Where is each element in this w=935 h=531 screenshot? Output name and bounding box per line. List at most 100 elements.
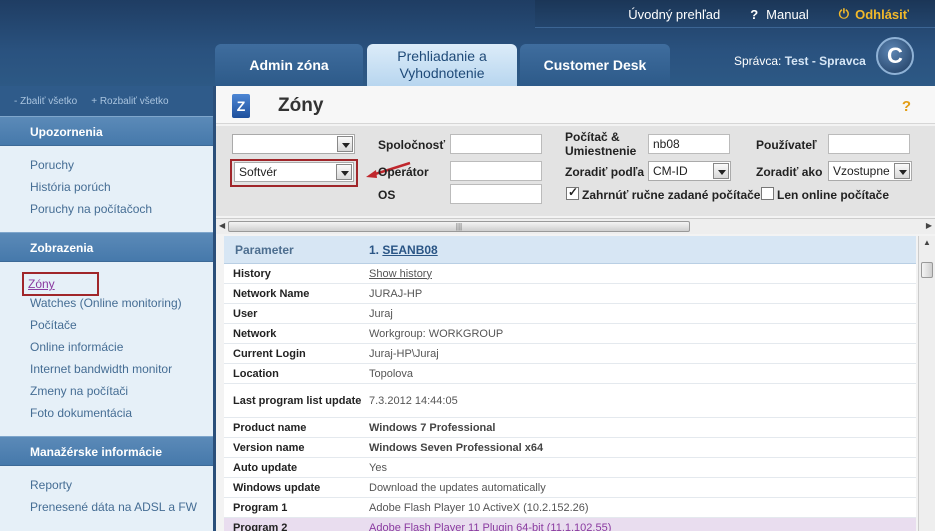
sidebar-item-adsl-data[interactable]: Prenesené dáta na ADSL a FW	[30, 498, 213, 520]
vertical-scrollbar[interactable]: ▲	[918, 236, 935, 531]
row-key: Network	[233, 327, 277, 340]
category-select[interactable]	[232, 134, 355, 154]
admin-name: Test - Spravca	[784, 54, 866, 68]
row-value: Adobe Flash Player 10 ActiveX (10.2.152.…	[369, 501, 589, 514]
row-key: Auto update	[233, 461, 298, 474]
logout-label: Odhlásiť	[855, 6, 909, 22]
detail-table: Parameter 1. SEANB08 History Show history…	[224, 236, 916, 531]
row-key: User	[233, 307, 258, 320]
table-row: Last program list update 7.3.2012 14:44:0…	[224, 384, 916, 418]
row-value: Juraj-HP\Juraj	[369, 347, 439, 360]
table-row: Location Topolova	[224, 364, 916, 384]
table-row: History Show history	[224, 264, 916, 284]
expand-bar: - Zbaliť všetko + Rozbaliť všetko	[0, 86, 213, 116]
top-links: Úvodný prehľad ? Manual ⏻ Odhlásiť	[628, 6, 909, 22]
row-value: Windows Seven Professional x64	[369, 441, 544, 454]
os-input[interactable]	[450, 184, 542, 204]
help-icon[interactable]: ?	[902, 98, 911, 115]
column-header-parameter: Parameter	[235, 242, 294, 257]
row-key: Program 1	[233, 501, 288, 514]
row-key: Location	[233, 367, 279, 380]
sort-by-value: CM-ID	[653, 164, 688, 178]
online-only-checkbox[interactable]	[761, 187, 774, 200]
section-header-alerts[interactable]: Upozornenia	[0, 116, 213, 146]
table-header: Parameter 1. SEANB08	[224, 236, 916, 264]
section-alerts: Poruchy História porúch Poruchy na počít…	[0, 146, 213, 232]
row-key: Last program list update	[233, 394, 362, 407]
section-header-views[interactable]: Zobrazenia	[0, 232, 213, 262]
manual-label: Manual	[766, 6, 809, 22]
table-row: Program 1 Adobe Flash Player 10 ActiveX (…	[224, 498, 916, 518]
chevron-down-icon[interactable]	[713, 163, 729, 179]
logout-link[interactable]: ⏻ Odhlásiť	[839, 6, 909, 22]
expand-all-link[interactable]: + Rozbaliť všetko	[91, 96, 168, 116]
filter-panel: Softvér Spoločnosť Operátor OS Počítač &…	[216, 126, 935, 216]
tab-browse-evaluate[interactable]: Prehliadanie a Vyhodnotenie	[367, 44, 517, 86]
sidebar-item-computer-changes[interactable]: Zmeny na počítači	[30, 382, 213, 404]
row-key: Version name	[233, 441, 305, 454]
scroll-right-icon[interactable]: ▶	[926, 221, 932, 230]
sidebar-item-computer-faults[interactable]: Poruchy na počítačoch	[30, 200, 213, 222]
os-label: OS	[378, 188, 396, 202]
power-icon: ⏻	[838, 6, 850, 21]
title-bar: Z Zóny ?	[216, 86, 935, 124]
tab-admin-zone[interactable]: Admin zóna	[215, 44, 363, 86]
sidebar-item-bandwidth[interactable]: Internet bandwidth monitor	[30, 360, 213, 382]
table-body: History Show history Network Name JURAJ-HP U…	[224, 264, 916, 531]
help-icon: ?	[750, 6, 759, 22]
page-title: Zóny	[278, 95, 324, 116]
scroll-left-icon[interactable]: ◀	[219, 221, 225, 230]
computer-link[interactable]: SEANB08	[382, 243, 437, 257]
tab-customer-desk[interactable]: Customer Desk	[520, 44, 670, 86]
sidebar: - Zbaliť všetko + Rozbaliť všetko Upozor…	[0, 86, 213, 531]
sidebar-item-computers[interactable]: Počítače	[30, 316, 213, 338]
manual-link[interactable]: ? Manual	[750, 6, 809, 22]
section-management: Reporty Prenesené dáta na ADSL a FW	[0, 466, 213, 530]
sidebar-item-online-info[interactable]: Online informácie	[30, 338, 213, 360]
column-header-computer: 1. SEANB08	[369, 243, 438, 257]
chevron-down-icon[interactable]	[337, 136, 353, 152]
top-bar: Úvodný prehľad ? Manual ⏻ Odhlásiť	[535, 0, 935, 28]
type-select-value: Softvér	[239, 165, 278, 179]
user-input[interactable]	[828, 134, 910, 154]
operator-input[interactable]	[450, 161, 542, 181]
zones-highlight-box: Zóny	[22, 272, 99, 296]
zones-icon: Z	[232, 94, 250, 118]
user-label: Používateľ	[756, 138, 817, 152]
row-value: Windows 7 Professional	[369, 421, 496, 434]
admin-info: Správca: Test - Spravca	[734, 54, 866, 68]
sidebar-item-reports[interactable]: Reporty	[30, 476, 213, 498]
include-manual-checkbox[interactable]	[566, 185, 579, 200]
sidebar-item-faults[interactable]: Poruchy	[30, 156, 213, 178]
sort-as-value: Vzostupne	[833, 164, 890, 178]
computer-input[interactable]: nb08	[648, 134, 730, 154]
sidebar-item-fault-history[interactable]: História porúch	[30, 178, 213, 200]
row-key: Product name	[233, 421, 307, 434]
row-key: Current Login	[233, 347, 306, 360]
chevron-down-icon[interactable]	[894, 163, 910, 179]
show-history-link[interactable]: Show history	[369, 268, 432, 280]
scrollbar-thumb[interactable]: |||	[228, 221, 690, 232]
chevron-down-icon[interactable]	[336, 164, 352, 180]
collapse-all-link[interactable]: - Zbaliť všetko	[14, 96, 77, 116]
row-value: 7.3.2012 14:44:05	[369, 394, 458, 407]
horizontal-scrollbar[interactable]: ◀ ||| ▶	[216, 218, 935, 234]
sidebar-item-photo-docs[interactable]: Foto dokumentácia	[30, 404, 213, 426]
sidebar-item-watches[interactable]: Watches (Online monitoring)	[30, 294, 213, 316]
sort-as-label: Zoradiť ako	[756, 165, 823, 179]
sidebar-item-zones[interactable]: Zóny	[22, 272, 213, 296]
scroll-up-icon[interactable]: ▲	[923, 238, 931, 247]
table-row: User Juraj	[224, 304, 916, 324]
company-input[interactable]	[450, 134, 542, 154]
type-select[interactable]: Softvér	[234, 162, 354, 182]
operator-label: Operátor	[378, 165, 429, 179]
scrollbar-thumb[interactable]	[921, 262, 933, 278]
section-header-management[interactable]: Manažérske informácie	[0, 436, 213, 466]
row-value: Yes	[369, 461, 387, 474]
overview-link[interactable]: Úvodný prehľad	[628, 6, 720, 22]
table-row: Product name Windows 7 Professional	[224, 418, 916, 438]
row-key: Windows update	[233, 481, 321, 494]
sort-by-select[interactable]: CM-ID	[648, 161, 731, 181]
table-row: Auto update Yes	[224, 458, 916, 478]
sort-as-select[interactable]: Vzostupne	[828, 161, 912, 181]
